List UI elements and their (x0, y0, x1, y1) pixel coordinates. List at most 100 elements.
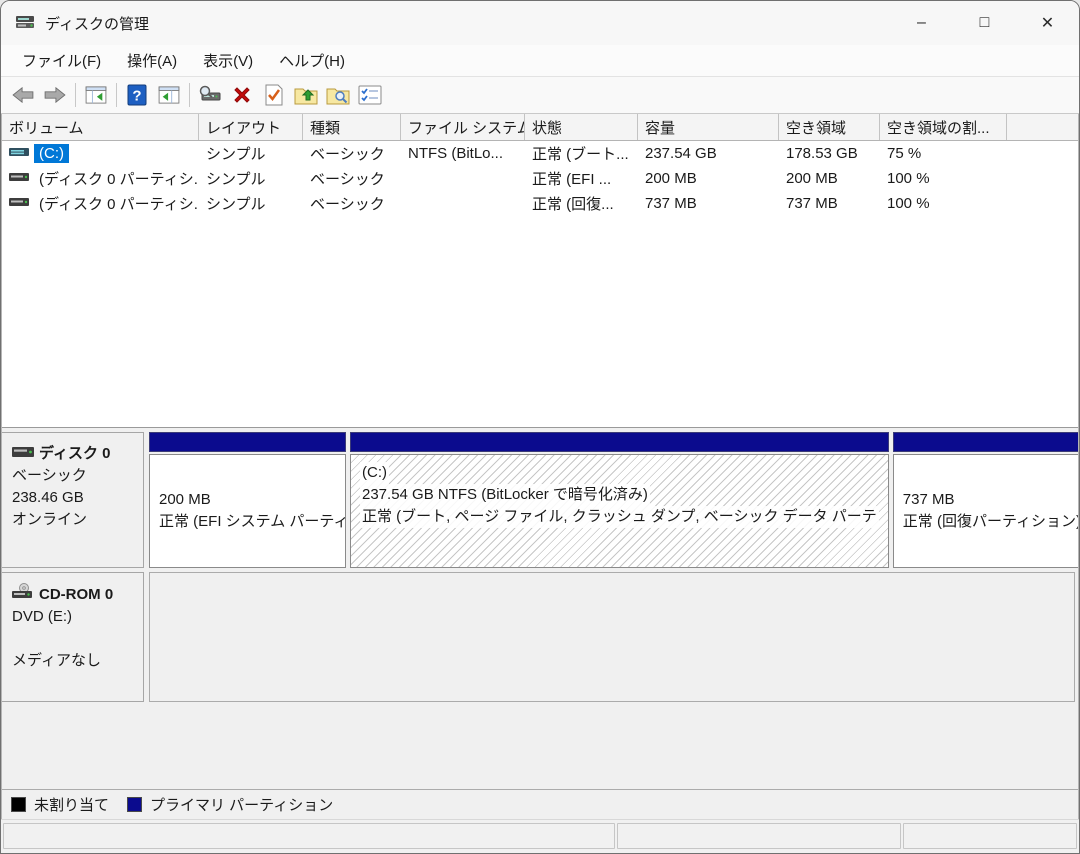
volume-cell: (C:) (2, 144, 199, 163)
disk0-size: 238.46 GB (12, 489, 84, 506)
partition-c-body: (C:) 237.54 GB NTFS (BitLocker で暗号化済み) 正… (350, 454, 889, 568)
legend-bar: 未割り当て プライマリ パーティション (2, 789, 1078, 819)
status-cell: 正常 (ブート... (532, 146, 629, 163)
disk0-partition-graph: 200 MB 正常 (EFI システム パーティシ (C:) 237.54 GB… (149, 432, 1078, 568)
checklist-icon[interactable] (354, 80, 386, 110)
forward-icon[interactable] (39, 80, 71, 110)
volume-cell: (ディスク 0 パーティシ... (2, 167, 199, 190)
partition-color-strip (350, 432, 889, 452)
mark-partition-icon[interactable] (258, 80, 290, 110)
column-header-empty[interactable] (1007, 114, 1078, 140)
partition-status: 正常 (回復パーティション) (902, 513, 1078, 530)
column-header-type[interactable]: 種類 (303, 114, 401, 140)
menubar: ファイル(F) 操作(A) 表示(V) ヘルプ(H) (1, 45, 1079, 77)
partition-recovery[interactable]: 737 MB 正常 (回復パーティション) (892, 432, 1078, 568)
free-space-cell: 200 MB (786, 170, 838, 187)
graphical-view-pane: ディスク 0 ベーシック 238.46 GB オンライン 200 MB 正常 (… (2, 428, 1078, 789)
unallocated-swatch (11, 797, 26, 812)
svg-text:?: ? (132, 88, 141, 105)
volume-list-header: ボリューム レイアウト 種類 ファイル システム 状態 容量 空き領域 空き領域… (2, 114, 1078, 141)
disk0-row: ディスク 0 ベーシック 238.46 GB オンライン 200 MB 正常 (… (2, 432, 1078, 568)
menu-action[interactable]: 操作(A) (114, 46, 190, 75)
status-segment (617, 823, 901, 849)
capacity-cell: 737 MB (645, 195, 697, 212)
menu-view[interactable]: 表示(V) (190, 46, 266, 75)
capacity-cell: 237.54 GB (645, 145, 717, 162)
column-header-status[interactable]: 状態 (525, 114, 638, 140)
column-header-free-space[interactable]: 空き領域 (779, 114, 880, 140)
volume-row[interactable]: (ディスク 0 パーティシ... シンプル ベーシック 正常 (回復... 73… (2, 191, 1078, 216)
layout-cell: シンプル (206, 146, 266, 163)
menu-help[interactable]: ヘルプ(H) (266, 46, 358, 75)
type-cell: ベーシック (310, 146, 385, 163)
disk0-type: ベーシック (12, 467, 87, 484)
toolbar: ? (1, 77, 1079, 114)
percent-free-cell: 75 % (887, 145, 922, 162)
minimize-button[interactable]: – (890, 1, 953, 45)
toolbar-separator (189, 83, 190, 107)
close-button[interactable]: ✕ (1016, 1, 1079, 45)
cdrom0-media-status: メディアなし (12, 652, 101, 669)
inspect-disk-icon[interactable] (194, 80, 226, 110)
free-space-cell: 178.53 GB (786, 145, 858, 162)
disk0-name-line: ディスク 0 (12, 443, 135, 465)
volume-name: (C:) (34, 144, 69, 163)
partition-color-strip (149, 432, 346, 452)
folder-search-icon[interactable] (322, 80, 354, 110)
maximize-button[interactable]: □ (953, 1, 1016, 45)
delete-volume-icon[interactable] (226, 80, 258, 110)
window-controls: – □ ✕ (890, 1, 1079, 45)
disk0-info-panel[interactable]: ディスク 0 ベーシック 238.46 GB オンライン (2, 432, 144, 568)
volume-row[interactable]: (ディスク 0 パーティシ... シンプル ベーシック 正常 (EFI ... … (2, 166, 1078, 191)
window-title: ディスクの管理 (45, 15, 149, 33)
titlebar: ディスクの管理 – □ ✕ (1, 1, 1079, 45)
volume-list-pane: ボリューム レイアウト 種類 ファイル システム 状態 容量 空き領域 空き領域… (2, 114, 1078, 428)
volume-cell: (ディスク 0 パーティシ... (2, 192, 199, 215)
partition-c[interactable]: (C:) 237.54 GB NTFS (BitLocker で暗号化済み) 正… (350, 432, 889, 568)
disk0-name: ディスク 0 (39, 445, 111, 462)
primary-partition-label: プライマリ パーティション (150, 797, 334, 814)
layout-cell: シンプル (206, 196, 266, 213)
partition-status: 正常 (ブート, ページ ファイル, クラッシュ ダンプ, ベーシック データ … (360, 506, 879, 528)
folder-up-icon[interactable] (290, 80, 322, 110)
status-cell: 正常 (回復... (532, 196, 614, 213)
partition-size: 200 MB (159, 491, 211, 508)
status-segment (903, 823, 1077, 849)
cdrom-icon (12, 583, 34, 606)
help-icon[interactable]: ? (121, 80, 153, 110)
partition-recovery-body: 737 MB 正常 (回復パーティション) (892, 454, 1078, 568)
volume-name: (ディスク 0 パーティシ... (39, 196, 199, 213)
column-header-layout[interactable]: レイアウト (199, 114, 303, 140)
cdrom0-empty-graph[interactable] (149, 572, 1075, 702)
type-cell: ベーシック (310, 196, 385, 213)
partition-label: (C:) (360, 462, 389, 484)
partition-efi-body: 200 MB 正常 (EFI システム パーティシ (149, 454, 346, 568)
menu-file[interactable]: ファイル(F) (9, 46, 114, 75)
column-header-percent-free[interactable]: 空き領域の割... (880, 114, 1007, 140)
volume-name: (ディスク 0 パーティシ... (39, 171, 199, 188)
volume-disk-icon (9, 145, 29, 162)
status-segment (3, 823, 615, 849)
percent-free-cell: 100 % (887, 195, 930, 212)
show-console-tree-icon[interactable] (80, 80, 112, 110)
partition-efi[interactable]: 200 MB 正常 (EFI システム パーティシ (149, 432, 346, 568)
show-action-pane-icon[interactable] (153, 80, 185, 110)
hard-disk-icon (12, 443, 34, 465)
cdrom0-row: CD-ROM 0 DVD (E:) メディアなし (2, 572, 1078, 702)
volume-row[interactable]: (C:) シンプル ベーシック NTFS (BitLo... 正常 (ブート..… (2, 141, 1078, 166)
partition-color-strip (892, 432, 1078, 452)
cdrom0-name-line: CD-ROM 0 (12, 583, 135, 606)
column-header-filesystem[interactable]: ファイル システム (401, 114, 525, 140)
disk-management-app-icon (15, 13, 35, 34)
type-cell: ベーシック (310, 171, 385, 188)
layout-cell: シンプル (206, 171, 266, 188)
partition-size: 237.54 GB NTFS (BitLocker で暗号化済み) (360, 484, 650, 506)
disk-management-window: ディスクの管理 – □ ✕ ファイル(F) 操作(A) 表示(V) ヘルプ(H) (0, 0, 1080, 854)
column-header-capacity[interactable]: 容量 (638, 114, 779, 140)
toolbar-separator (116, 83, 117, 107)
cdrom0-info-panel[interactable]: CD-ROM 0 DVD (E:) メディアなし (2, 572, 144, 702)
back-icon[interactable] (7, 80, 39, 110)
volume-disk-icon (9, 195, 29, 212)
volume-disk-icon (9, 170, 29, 187)
column-header-volume[interactable]: ボリューム (2, 114, 199, 140)
